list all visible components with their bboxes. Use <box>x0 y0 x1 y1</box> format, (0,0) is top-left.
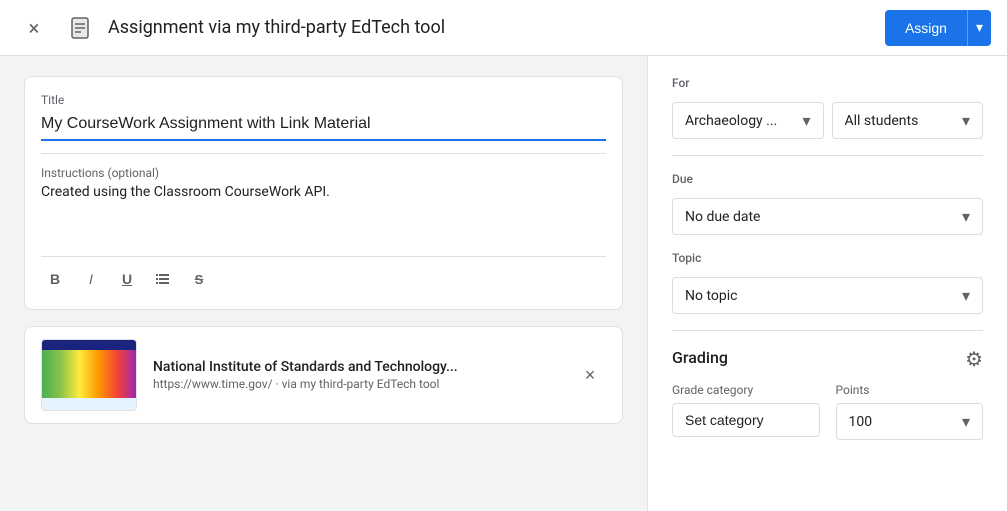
class-dropdown-icon: ▾ <box>802 111 810 130</box>
link-attachment-card: National Institute of Standards and Tech… <box>24 326 623 424</box>
thumbnail-top-bar <box>42 340 136 350</box>
points-select[interactable]: 100 ▾ <box>836 403 984 440</box>
title-input[interactable] <box>41 111 606 141</box>
class-select[interactable]: Archaeology ... ▾ <box>672 102 824 139</box>
for-row: Archaeology ... ▾ All students ▾ <box>672 102 983 139</box>
link-info: National Institute of Standards and Tech… <box>153 359 558 391</box>
students-value: All students <box>845 113 958 129</box>
close-button[interactable]: × <box>16 10 52 46</box>
for-label: For <box>672 76 983 90</box>
left-panel: Title Instructions (optional) Created us… <box>0 56 647 511</box>
bold-button[interactable]: B <box>41 265 69 293</box>
doc-icon <box>64 12 96 44</box>
assign-button[interactable]: Assign <box>885 10 967 46</box>
link-thumbnail <box>41 339 137 411</box>
students-dropdown-icon: ▾ <box>962 111 970 130</box>
grade-category-label: Grade category <box>672 383 820 397</box>
grading-header: Grading ⚙ <box>672 347 983 371</box>
title-label: Title <box>41 93 606 107</box>
set-category-button[interactable]: Set category <box>672 403 820 437</box>
topic-label: Topic <box>672 251 983 265</box>
points-col: Points 100 ▾ <box>836 383 984 440</box>
class-value: Archaeology ... <box>685 113 798 129</box>
points-dropdown-icon: ▾ <box>962 412 970 431</box>
strikethrough-button[interactable]: S <box>185 265 213 293</box>
topbar: × Assignment via my third-party EdTech t… <box>0 0 1007 56</box>
instructions-text[interactable]: Created using the Classroom CourseWork A… <box>41 184 606 244</box>
main-layout: Title Instructions (optional) Created us… <box>0 56 1007 511</box>
assignment-card: Title Instructions (optional) Created us… <box>24 76 623 310</box>
due-date-dropdown-icon: ▾ <box>962 207 970 226</box>
link-url: https://www.time.gov/ · via my third-par… <box>153 377 558 391</box>
gear-icon[interactable]: ⚙ <box>965 347 983 371</box>
instructions-label: Instructions (optional) <box>41 166 606 180</box>
card-divider <box>41 153 606 154</box>
assign-dropdown-button[interactable]: ▾ <box>967 10 991 46</box>
right-divider-2 <box>672 330 983 331</box>
due-label: Due <box>672 172 983 186</box>
due-date-value: No due date <box>685 209 958 225</box>
topic-dropdown-icon: ▾ <box>962 286 970 305</box>
grading-title: Grading <box>672 348 728 367</box>
remove-link-button[interactable]: × <box>574 359 606 391</box>
text-toolbar: B I U S <box>41 256 606 293</box>
grade-category-col: Grade category Set category <box>672 383 820 437</box>
italic-button[interactable]: I <box>77 265 105 293</box>
right-panel: For Archaeology ... ▾ All students ▾ Due… <box>647 56 1007 511</box>
dropdown-arrow-icon: ▾ <box>976 19 983 36</box>
points-label: Points <box>836 383 984 397</box>
close-icon: × <box>29 16 40 40</box>
due-date-select[interactable]: No due date ▾ <box>672 198 983 235</box>
page-title: Assignment via my third-party EdTech too… <box>108 17 873 38</box>
assign-button-group: Assign ▾ <box>885 10 991 46</box>
thumbnail-map <box>42 350 136 398</box>
grading-row: Grade category Set category Points 100 ▾ <box>672 383 983 440</box>
underline-button[interactable]: U <box>113 265 141 293</box>
topic-select[interactable]: No topic ▾ <box>672 277 983 314</box>
right-divider-1 <box>672 155 983 156</box>
topic-value: No topic <box>685 288 958 304</box>
points-value: 100 <box>849 414 958 430</box>
link-title: National Institute of Standards and Tech… <box>153 359 558 375</box>
list-button[interactable] <box>149 265 177 293</box>
thumbnail-bottom <box>42 398 136 410</box>
students-select[interactable]: All students ▾ <box>832 102 984 139</box>
